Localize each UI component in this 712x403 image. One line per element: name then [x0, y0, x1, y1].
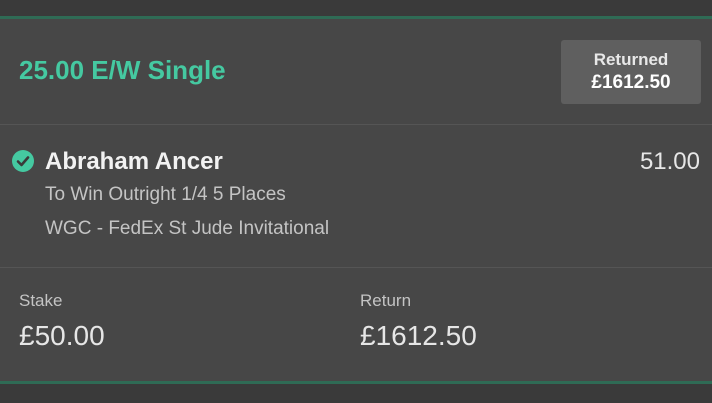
bet-history-page: 25.00 E/W Single Returned £1612.50 Abrah… [0, 0, 712, 403]
stake-amount: £50.00 [19, 320, 105, 351]
selection-row: Abraham Ancer 51.00 To Win Outright 1/4 … [0, 125, 712, 267]
previous-bet-edge [0, 0, 712, 16]
returned-label: Returned [593, 50, 669, 69]
runner-name: Abraham Ancer [45, 148, 223, 175]
event-name: WGC - FedEx St Jude Invitational [45, 218, 330, 239]
settled-bet-card[interactable]: 25.00 E/W Single Returned £1612.50 Abrah… [0, 19, 712, 381]
check-circle-icon [12, 150, 34, 172]
next-bet-edge [0, 384, 712, 403]
selection-odds: 51.00 [639, 148, 700, 175]
returned-amount: £1612.50 [591, 72, 671, 93]
returned-badge: Returned £1612.50 [561, 40, 701, 104]
market-description: To Win Outright 1/4 5 Places [45, 184, 286, 205]
return-amount: £1612.50 [360, 320, 477, 351]
stake-label: Stake [19, 291, 63, 310]
return-label: Return [360, 291, 412, 310]
bet-header: 25.00 E/W Single Returned £1612.50 [0, 19, 712, 124]
bet-type-title: 25.00 E/W Single [19, 55, 226, 85]
bet-summary: Stake £50.00 Return £1612.50 [0, 268, 712, 381]
